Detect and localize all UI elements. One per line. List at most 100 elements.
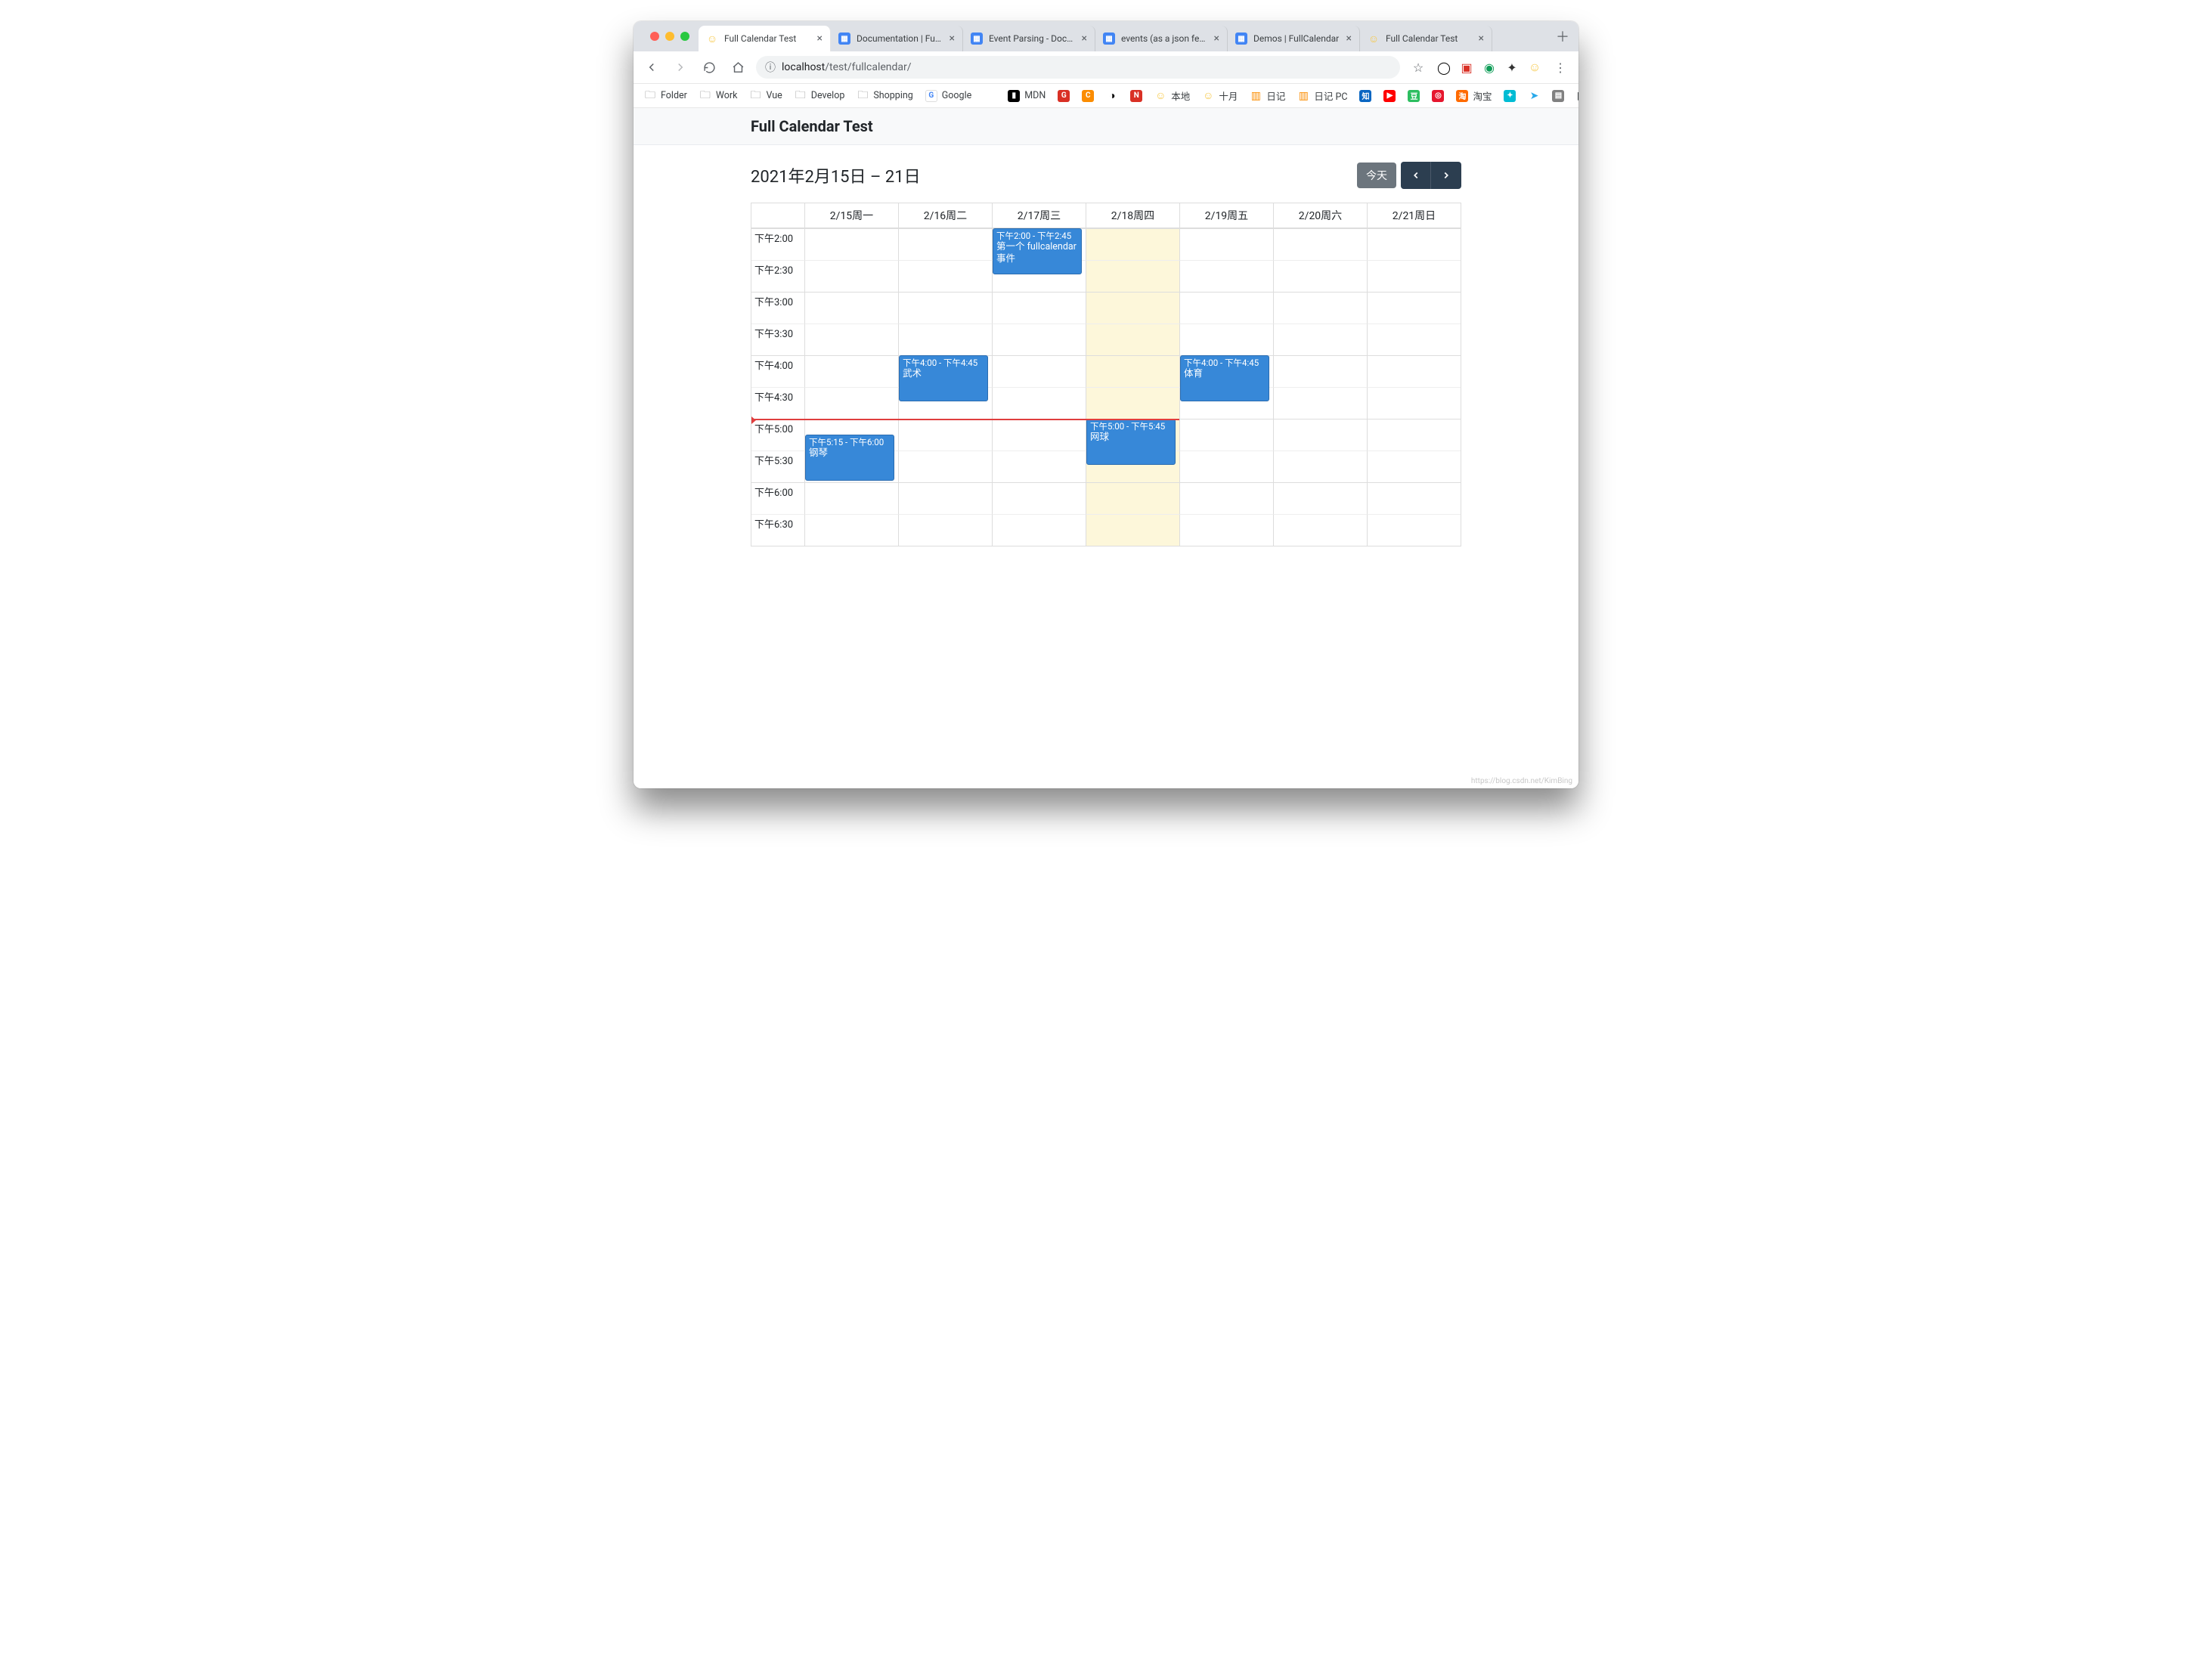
tab-close-icon[interactable]: × xyxy=(1479,33,1484,44)
time-slot-cell[interactable] xyxy=(898,324,992,355)
address-bar[interactable]: ⓘ localhost/test/fullcalendar/ xyxy=(756,56,1400,79)
bookmark-item[interactable]: GGoogle xyxy=(925,90,971,102)
bookmark-item[interactable]: ▮▮ xyxy=(1576,90,1578,102)
bookmark-folder[interactable]: 🗀Vue xyxy=(749,90,782,102)
time-slot-cell[interactable] xyxy=(1273,387,1367,419)
bookmark-item[interactable]: N xyxy=(1130,90,1142,102)
time-slot-cell[interactable] xyxy=(1086,355,1179,387)
tab-close-icon[interactable]: × xyxy=(1082,33,1087,44)
browser-tab[interactable]: ▦Demos | FullCalendar× xyxy=(1228,26,1360,51)
time-slot-cell[interactable] xyxy=(898,482,992,514)
prev-button[interactable] xyxy=(1401,162,1431,189)
time-slot-cell[interactable] xyxy=(1367,228,1461,260)
time-slot-cell[interactable] xyxy=(804,228,898,260)
window-minimize-icon[interactable] xyxy=(665,32,674,41)
time-slot-cell[interactable] xyxy=(804,260,898,292)
new-tab-button[interactable]: ＋ xyxy=(1547,26,1578,46)
time-slot-cell[interactable] xyxy=(992,355,1086,387)
time-slot-cell[interactable] xyxy=(1367,260,1461,292)
browser-tab[interactable]: ▦Event Parsing - Docs | …× xyxy=(963,26,1095,51)
time-slot-cell[interactable] xyxy=(992,514,1086,546)
calendar-event[interactable]: 下午2:00 - 下午2:45第一个 fullcalendar 事件 xyxy=(993,228,1082,274)
time-slot-cell[interactable] xyxy=(1179,450,1273,482)
bookmark-item[interactable]: ➤ xyxy=(1528,90,1540,102)
time-slot-cell[interactable] xyxy=(1179,260,1273,292)
time-slot-cell[interactable] xyxy=(1273,355,1367,387)
time-slot-cell[interactable] xyxy=(1273,482,1367,514)
browser-tab[interactable]: ▦events (as a json feed) …× xyxy=(1095,26,1228,51)
time-slot-cell[interactable] xyxy=(1367,324,1461,355)
time-slot-cell[interactable] xyxy=(992,450,1086,482)
time-slot-cell[interactable] xyxy=(1367,482,1461,514)
time-slot-cell[interactable] xyxy=(1086,324,1179,355)
time-slot-cell[interactable] xyxy=(1086,228,1179,260)
time-slot-cell[interactable] xyxy=(1367,514,1461,546)
time-slot-cell[interactable] xyxy=(1367,292,1461,324)
time-slot-cell[interactable] xyxy=(992,482,1086,514)
tab-close-icon[interactable]: × xyxy=(950,33,955,44)
time-slot-cell[interactable] xyxy=(1273,514,1367,546)
time-slot-cell[interactable] xyxy=(898,450,992,482)
bookmark-item[interactable]: C xyxy=(1082,90,1094,102)
bookmark-folder[interactable]: 🗀Work xyxy=(699,90,738,102)
bookmark-item[interactable]: 知 xyxy=(1359,90,1371,102)
home-button[interactable] xyxy=(727,57,748,78)
time-slot-cell[interactable] xyxy=(1086,482,1179,514)
profile-icon[interactable]: ☺ xyxy=(1527,60,1542,75)
next-button[interactable] xyxy=(1431,162,1461,189)
browser-tab[interactable]: ▦Documentation | FullC…× xyxy=(831,26,963,51)
time-slot-cell[interactable] xyxy=(804,324,898,355)
calendar-event[interactable]: 下午5:00 - 下午5:45网球 xyxy=(1086,419,1176,465)
extensions-puzzle-icon[interactable]: ✦ xyxy=(1504,60,1520,75)
time-slot-cell[interactable] xyxy=(804,355,898,387)
browser-tab[interactable]: ☺Full Calendar Test× xyxy=(1360,26,1492,51)
window-zoom-icon[interactable] xyxy=(680,32,689,41)
bookmark-folder[interactable]: 🗀Shopping xyxy=(857,90,912,102)
time-slot-cell[interactable] xyxy=(1273,292,1367,324)
time-slot-cell[interactable] xyxy=(1086,387,1179,419)
time-slot-cell[interactable] xyxy=(1086,292,1179,324)
time-slot-cell[interactable] xyxy=(1367,450,1461,482)
time-slot-cell[interactable] xyxy=(992,387,1086,419)
menu-icon[interactable]: ⋮ xyxy=(1550,57,1571,78)
time-slot-cell[interactable] xyxy=(804,292,898,324)
tab-close-icon[interactable]: × xyxy=(1214,33,1219,44)
back-button[interactable] xyxy=(641,57,662,78)
tab-close-icon[interactable]: × xyxy=(817,33,823,44)
time-slot-cell[interactable] xyxy=(1367,419,1461,450)
calendar-event[interactable]: 下午5:15 - 下午6:00钢琴 xyxy=(805,435,894,481)
bookmark-item[interactable]: ▥日记 PC xyxy=(1297,88,1347,103)
time-slot-cell[interactable] xyxy=(1179,292,1273,324)
time-slot-cell[interactable] xyxy=(804,514,898,546)
time-slot-cell[interactable] xyxy=(1179,419,1273,450)
reload-button[interactable] xyxy=(699,57,720,78)
time-slot-cell[interactable] xyxy=(1367,355,1461,387)
forward-button[interactable] xyxy=(670,57,691,78)
bookmark-item[interactable]: G xyxy=(1058,90,1070,102)
star-icon[interactable]: ☆ xyxy=(1408,57,1429,78)
bookmark-item[interactable]: ▮MDN xyxy=(1008,90,1046,102)
bookmark-item[interactable]: ◎ xyxy=(1432,90,1444,102)
time-slot-cell[interactable] xyxy=(1179,514,1273,546)
bookmark-item[interactable]: ☺本地 xyxy=(1154,88,1190,103)
bookmark-item[interactable]: 豆 xyxy=(1408,90,1420,102)
time-slot-cell[interactable] xyxy=(1179,324,1273,355)
time-slot-cell[interactable] xyxy=(898,292,992,324)
bookmark-item[interactable]: ◑ xyxy=(1106,90,1118,102)
time-slot-cell[interactable] xyxy=(804,387,898,419)
window-close-icon[interactable] xyxy=(650,32,659,41)
time-slot-cell[interactable] xyxy=(992,324,1086,355)
time-slot-cell[interactable] xyxy=(992,292,1086,324)
time-slot-cell[interactable] xyxy=(898,514,992,546)
bookmark-item[interactable]: 淘淘宝 xyxy=(1456,88,1492,103)
time-slot-cell[interactable] xyxy=(1273,260,1367,292)
bookmark-item[interactable]: ▶ xyxy=(1383,90,1396,102)
time-slot-cell[interactable] xyxy=(992,419,1086,450)
extension-icon[interactable]: ◯ xyxy=(1436,60,1451,75)
time-slot-cell[interactable] xyxy=(1179,482,1273,514)
extension-icon[interactable]: ◉ xyxy=(1482,60,1497,75)
bookmark-folder[interactable]: 🗀Develop xyxy=(795,90,845,102)
time-slot-cell[interactable] xyxy=(1273,419,1367,450)
bookmark-folder[interactable]: 🗀Folder xyxy=(644,90,687,102)
time-slot-cell[interactable] xyxy=(1273,450,1367,482)
